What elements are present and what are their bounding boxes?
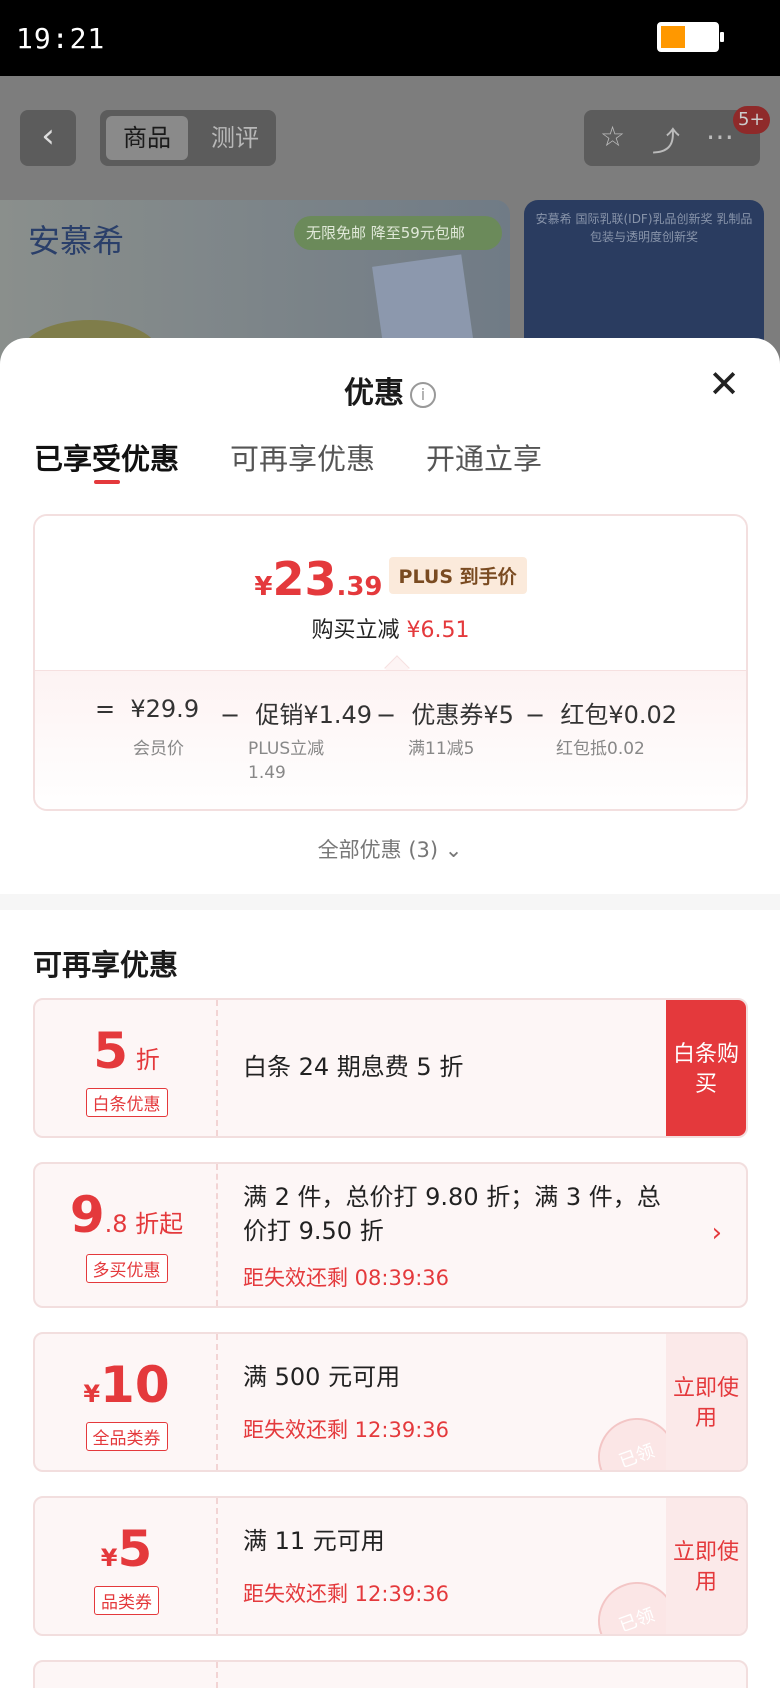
active-tab-indicator [94, 480, 120, 484]
coupon-card[interactable]: ¥5 品类券 满 11 元可用 距失效还剩 12:39:36 已领 立即使用 [33, 1496, 748, 1636]
banner-promo: 无限免邮 降至59元包邮 [294, 216, 502, 250]
battery-icon [657, 22, 724, 52]
formula-base: = ¥29.9 [95, 695, 200, 723]
coupon-card[interactable]: ¥10 全品类券 满 500 元可用 距失效还剩 12:39:36 已领 立即使… [33, 1332, 748, 1472]
coupon-tag: 品类券 [94, 1586, 159, 1615]
formula-promo: − 促销¥1.49 [220, 701, 373, 729]
coupon-tag: 多买优惠 [85, 1254, 168, 1283]
award-text: 安慕希 国际乳联(IDF)乳品创新奖 乳制品包装与透明度创新奖 [535, 212, 753, 244]
sheet-title: 优惠 i [0, 368, 780, 412]
tab-review[interactable]: 测评 [198, 116, 272, 160]
section-title: 可再享优惠 [33, 948, 179, 982]
price-summary-card: ¥23.39 PLUS 到手价 购买立减 ¥6.51 = ¥29.9 会员价 − … [33, 514, 748, 811]
background-product-page: ‹ 商品 测评 ☆ ⤴ ⋯ 5+ 安慕希 无限免邮 降至59元包邮 安慕希 国际… [0, 76, 780, 366]
coupon-desc: 白条 24 期息费 5 折 [243, 1053, 464, 1081]
coupon-card[interactable] [33, 1660, 748, 1688]
use-now-button[interactable]: 立即使用 [666, 1498, 746, 1634]
baitiao-buy-button[interactable]: 白条购买 [666, 1000, 746, 1136]
coupon-timer: 距失效还剩 12:39:36 [243, 1582, 449, 1606]
reduce-amount: 购买立减 ¥6.51 [311, 618, 470, 643]
formula-coupon: − 优惠券¥5 [376, 701, 514, 729]
battery-level-fill [661, 26, 685, 48]
star-icon[interactable]: ☆ [600, 120, 625, 153]
tab-activate[interactable]: 开通立享 [426, 436, 542, 478]
coupon-amount: 5 折 [93, 1022, 160, 1080]
coupon-desc: 满 2 件，总价打 9.80 折；满 3 件，总价打 9.50 折 [243, 1183, 661, 1245]
coupon-card[interactable]: 5 折 白条优惠 白条 24 期息费 5 折 白条购买 [33, 998, 748, 1138]
message-badge: 5+ [733, 106, 770, 134]
coupon-timer: 距失效还剩 12:39:36 [243, 1418, 449, 1442]
coupon-amount: ¥5 [100, 1520, 153, 1578]
formula-redpacket: − 红包¥0.02 [525, 701, 678, 729]
more-icon[interactable]: ⋯ [706, 120, 734, 153]
product-tab-switch[interactable]: 商品 测评 [100, 110, 276, 166]
coupon-desc: 满 11 元可用 [243, 1527, 385, 1555]
coupon-card[interactable]: 9.8 折起 多买优惠 满 2 件，总价打 9.80 折；满 3 件，总价打 9… [33, 1162, 748, 1308]
coupon-amount: ¥10 [83, 1356, 170, 1414]
coupon-tag: 全品类券 [85, 1422, 168, 1451]
coupon-timer: 距失效还剩 08:39:36 [243, 1266, 449, 1290]
banner-brand: 安慕希 [28, 222, 125, 260]
share-icon[interactable]: ⤴ [652, 120, 680, 160]
chevron-right-icon[interactable]: › [712, 1218, 722, 1248]
plus-price-tag: PLUS 到手价 [388, 557, 527, 594]
price-breakdown: = ¥29.9 会员价 − 促销¥1.49 PLUS立减 1.49 − 优惠券¥… [35, 670, 746, 809]
coupon-desc: 满 500 元可用 [243, 1363, 401, 1391]
tab-enjoyed[interactable]: 已享受优惠 [34, 436, 179, 478]
offers-sheet: 优惠 i ✕ 已享受优惠 可再享优惠 开通立享 ¥23.39 PLUS 到手价 购买… [0, 338, 780, 1688]
section-divider [0, 894, 780, 910]
coupon-tag: 白条优惠 [85, 1088, 168, 1117]
info-icon[interactable]: i [410, 381, 436, 408]
close-icon[interactable]: ✕ [704, 364, 744, 404]
tab-more-offers[interactable]: 可再享优惠 [230, 436, 375, 478]
back-button[interactable]: ‹ [20, 110, 76, 166]
coupon-amount: 9.8 折起 [69, 1186, 184, 1244]
status-time: 19:21 [16, 22, 106, 55]
use-now-button[interactable]: 立即使用 [666, 1334, 746, 1470]
all-deals-toggle[interactable]: 全部优惠 (3) ⌄ [0, 834, 780, 864]
final-price: ¥23.39 PLUS 到手价 [35, 552, 746, 606]
tab-product[interactable]: 商品 [106, 116, 188, 160]
status-bar: 19:21 [0, 0, 780, 76]
